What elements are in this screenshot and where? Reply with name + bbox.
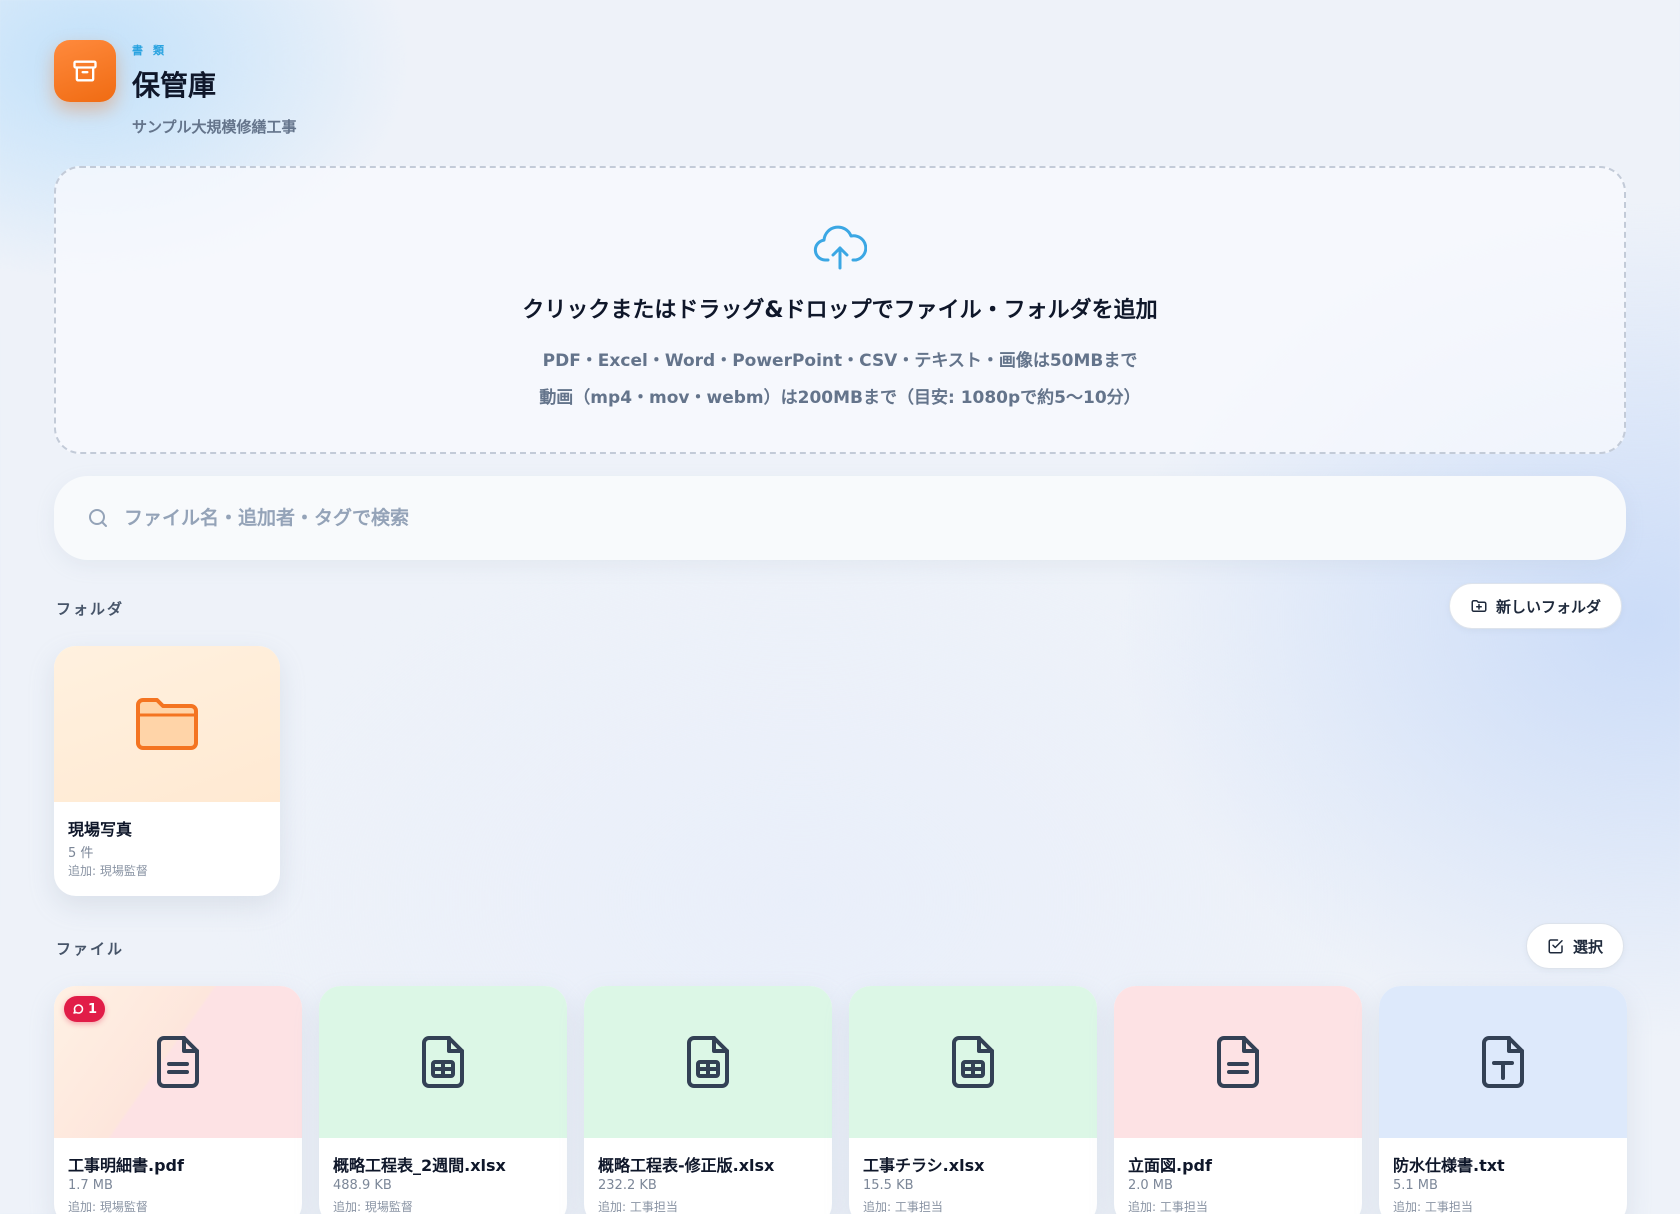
file-name: 工事明細書.pdf <box>68 1156 184 1175</box>
file-name: 工事チラシ.xlsx <box>863 1156 985 1175</box>
file-thumbnail <box>849 986 1097 1138</box>
file-card[interactable]: 防水仕様書.txt 5.1 MB 追加: 工事担当 <box>1379 986 1627 1214</box>
upload-dropzone[interactable]: クリックまたはドラッグ&ドロップでファイル・フォルダを追加 PDF・Excel・… <box>54 166 1626 454</box>
folders-section-label: フォルダ <box>56 600 125 618</box>
folder-icon <box>136 698 198 750</box>
file-added-by: 追加: 現場監督 <box>68 1200 148 1214</box>
comment-icon <box>73 1004 84 1014</box>
search-input[interactable] <box>124 507 1524 529</box>
file-added-by: 追加: 現場監督 <box>333 1200 413 1214</box>
file-thumbnail <box>1114 986 1362 1138</box>
files-section-label: ファイル <box>56 940 125 958</box>
dropzone-limits-documents: PDF・Excel・Word・PowerPoint・CSV・テキスト・画像は50… <box>542 351 1138 371</box>
project-name: サンプル大規模修繕工事 <box>132 118 297 136</box>
folder-added-by: 追加: 現場監督 <box>68 864 148 878</box>
file-size: 2.0 MB <box>1128 1178 1173 1193</box>
file-spreadsheet-icon <box>952 1036 994 1088</box>
select-button[interactable]: 選択 <box>1526 923 1625 969</box>
file-name: 概略工程表-修正版.xlsx <box>598 1156 775 1175</box>
file-card[interactable]: 1 工事明細書.pdf 1.7 MB 追加: 現場監督 <box>54 986 302 1214</box>
folder-card[interactable]: 現場写真 5 件 追加: 現場監督 <box>54 646 280 896</box>
dropzone-limits-video: 動画（mp4・mov・webm）は200MBまで（目安: 1080pで約5〜10… <box>539 388 1141 408</box>
file-added-by: 追加: 工事担当 <box>1393 1200 1473 1214</box>
file-card[interactable]: 工事チラシ.xlsx 15.5 KB 追加: 工事担当 <box>849 986 1097 1214</box>
search-icon <box>89 509 107 527</box>
file-card[interactable]: 概略工程表-修正版.xlsx 232.2 KB 追加: 工事担当 <box>584 986 832 1214</box>
select-label: 選択 <box>1573 937 1604 956</box>
file-card[interactable]: 概略工程表_2週間.xlsx 488.9 KB 追加: 現場監督 <box>319 986 567 1214</box>
file-thumbnail: 1 <box>54 986 302 1138</box>
file-size: 5.1 MB <box>1393 1178 1438 1193</box>
folder-name: 現場写真 <box>68 820 133 839</box>
new-folder-label: 新しいフォルダ <box>1496 597 1602 616</box>
search-bar <box>54 476 1626 560</box>
folder-thumbnail <box>54 646 280 802</box>
new-folder-button[interactable]: 新しいフォルダ <box>1449 583 1623 629</box>
file-added-by: 追加: 工事担当 <box>598 1200 678 1214</box>
file-added-by: 追加: 工事担当 <box>863 1200 943 1214</box>
page-eyebrow: 書類 <box>132 44 174 57</box>
file-spreadsheet-icon <box>422 1036 464 1088</box>
archive-box-icon <box>54 40 116 102</box>
file-size: 232.2 KB <box>598 1178 657 1193</box>
file-name: 立面図.pdf <box>1128 1156 1212 1175</box>
file-size: 1.7 MB <box>68 1178 113 1193</box>
file-card[interactable]: 立面図.pdf 2.0 MB 追加: 工事担当 <box>1114 986 1362 1214</box>
comment-badge[interactable]: 1 <box>64 996 106 1022</box>
folder-plus-icon <box>1471 600 1487 612</box>
page-title: 保管庫 <box>132 69 217 102</box>
dropzone-title: クリックまたはドラッグ&ドロップでファイル・フォルダを追加 <box>522 298 1158 323</box>
file-thumbnail <box>584 986 832 1138</box>
file-name: 防水仕様書.txt <box>1393 1156 1505 1175</box>
cloud-upload-icon <box>813 225 867 270</box>
file-added-by: 追加: 工事担当 <box>1128 1200 1208 1214</box>
checkbox-edit-icon <box>1548 939 1563 954</box>
file-name: 概略工程表_2週間.xlsx <box>333 1156 506 1175</box>
file-size: 488.9 KB <box>333 1178 392 1193</box>
file-type-icon <box>1482 1036 1524 1088</box>
file-size: 15.5 KB <box>863 1178 914 1193</box>
file-spreadsheet-icon <box>687 1036 729 1088</box>
file-thumbnail <box>319 986 567 1138</box>
folder-count: 5 件 <box>68 846 94 861</box>
comment-count: 1 <box>88 1001 98 1017</box>
file-text-icon <box>157 1036 199 1088</box>
file-text-icon <box>1217 1036 1259 1088</box>
file-thumbnail <box>1379 986 1627 1138</box>
